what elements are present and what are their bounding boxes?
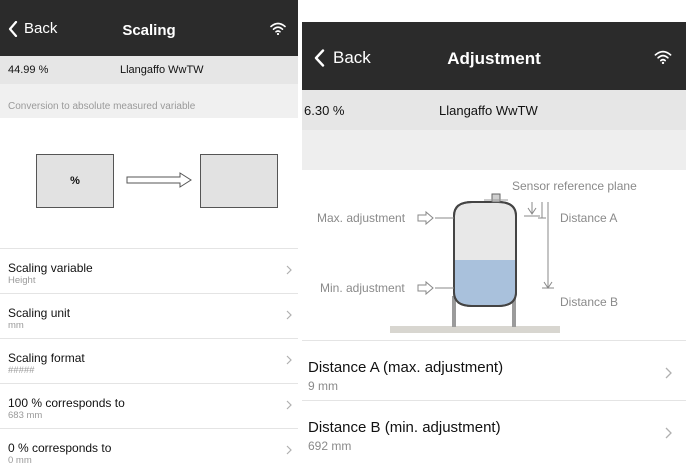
site-name: Llangaffo WwTW xyxy=(120,64,204,76)
list-item-distance-b[interactable]: Distance B (min. adjustment) 692 mm xyxy=(302,400,686,460)
navigation-bar: Back Adjustment xyxy=(302,22,686,90)
chevron-right-icon xyxy=(665,367,672,379)
chevron-right-icon xyxy=(665,427,672,439)
absolute-value-box xyxy=(200,154,278,208)
list-item-100-percent[interactable]: 100 % corresponds to 683 mm xyxy=(0,383,298,428)
max-adjustment-label: Max. adjustment xyxy=(317,211,406,225)
adjustment-screen: Back Adjustment 6.30 % Llangaffo WwTW Se… xyxy=(302,22,686,467)
list-item-title: Distance B (min. adjustment) xyxy=(308,419,501,436)
min-adjustment-label: Min. adjustment xyxy=(320,281,405,295)
list-item-title: Scaling format xyxy=(8,351,85,365)
list-item-scaling-variable[interactable]: Scaling variable Height xyxy=(0,248,298,293)
conversion-arrow-icon xyxy=(126,172,192,188)
scaling-screen: Back Scaling 44.99 % Llangaffo WwTW Conv… xyxy=(0,0,298,467)
section-description: Conversion to absolute measured variable xyxy=(0,84,298,118)
wifi-icon xyxy=(654,50,672,64)
list-item-value: 9 mm xyxy=(308,379,338,393)
page-title: Scaling xyxy=(122,22,176,39)
info-band xyxy=(302,130,686,170)
screenshot-stage: Back Scaling 44.99 % Llangaffo WwTW Conv… xyxy=(0,0,686,467)
measured-percent: 6.30 % xyxy=(304,103,345,118)
list-item-scaling-format[interactable]: Scaling format ##### xyxy=(0,338,298,383)
list-item-value: mm xyxy=(8,320,24,331)
site-name: Llangaffo WwTW xyxy=(439,103,538,118)
sensor-reference-plane-label: Sensor reference plane xyxy=(512,179,637,193)
status-bar: 44.99 % Llangaffo WwTW xyxy=(0,56,298,84)
list-item-title: Scaling variable xyxy=(8,261,93,275)
list-item-distance-a[interactable]: Distance A (max. adjustment) 9 mm xyxy=(302,340,686,400)
navigation-bar: Back Scaling xyxy=(0,0,298,56)
wifi-icon xyxy=(270,22,286,35)
list-item-title: Scaling unit xyxy=(8,306,71,320)
distance-b-label: Distance B xyxy=(560,295,618,309)
max-adjustment-arrow-icon xyxy=(417,210,434,226)
scaling-settings-list: Scaling variable Height Scaling unit mm … xyxy=(0,248,298,467)
tank-adjustment-diagram: Sensor reference plane Max. adjustment M… xyxy=(317,179,637,333)
percent-box: % xyxy=(36,154,114,208)
list-item-title: 0 % corresponds to xyxy=(8,441,112,455)
list-item-title: 100 % corresponds to xyxy=(8,396,125,410)
status-bar: 6.30 % Llangaffo WwTW xyxy=(302,90,686,130)
list-item-title: Distance A (max. adjustment) xyxy=(308,359,504,376)
list-item-value: 0 mm xyxy=(8,455,32,466)
page-title: Adjustment xyxy=(447,49,541,68)
chevron-right-icon xyxy=(286,445,292,455)
list-item-value: 692 mm xyxy=(308,439,352,453)
chevron-right-icon xyxy=(286,310,292,320)
chevron-right-icon xyxy=(286,355,292,365)
measured-percent: 44.99 % xyxy=(8,64,49,76)
chevron-right-icon xyxy=(286,400,292,410)
sensor-head xyxy=(491,193,501,203)
min-adjustment-arrow-icon xyxy=(417,280,434,296)
list-item-value: Height xyxy=(8,275,36,286)
list-item-value: 683 mm xyxy=(8,410,43,421)
adjustment-settings-list: Distance A (max. adjustment) 9 mm Distan… xyxy=(302,340,686,460)
tank-liquid xyxy=(455,260,515,305)
chevron-right-icon xyxy=(286,265,292,275)
section-description-text: Conversion to absolute measured variable xyxy=(8,101,196,112)
distance-a-label: Distance A xyxy=(560,211,617,225)
list-item-scaling-unit[interactable]: Scaling unit mm xyxy=(0,293,298,338)
foundation-slab xyxy=(390,326,560,333)
list-item-value: ##### xyxy=(8,365,35,376)
list-item-0-percent[interactable]: 0 % corresponds to 0 mm xyxy=(0,428,298,467)
